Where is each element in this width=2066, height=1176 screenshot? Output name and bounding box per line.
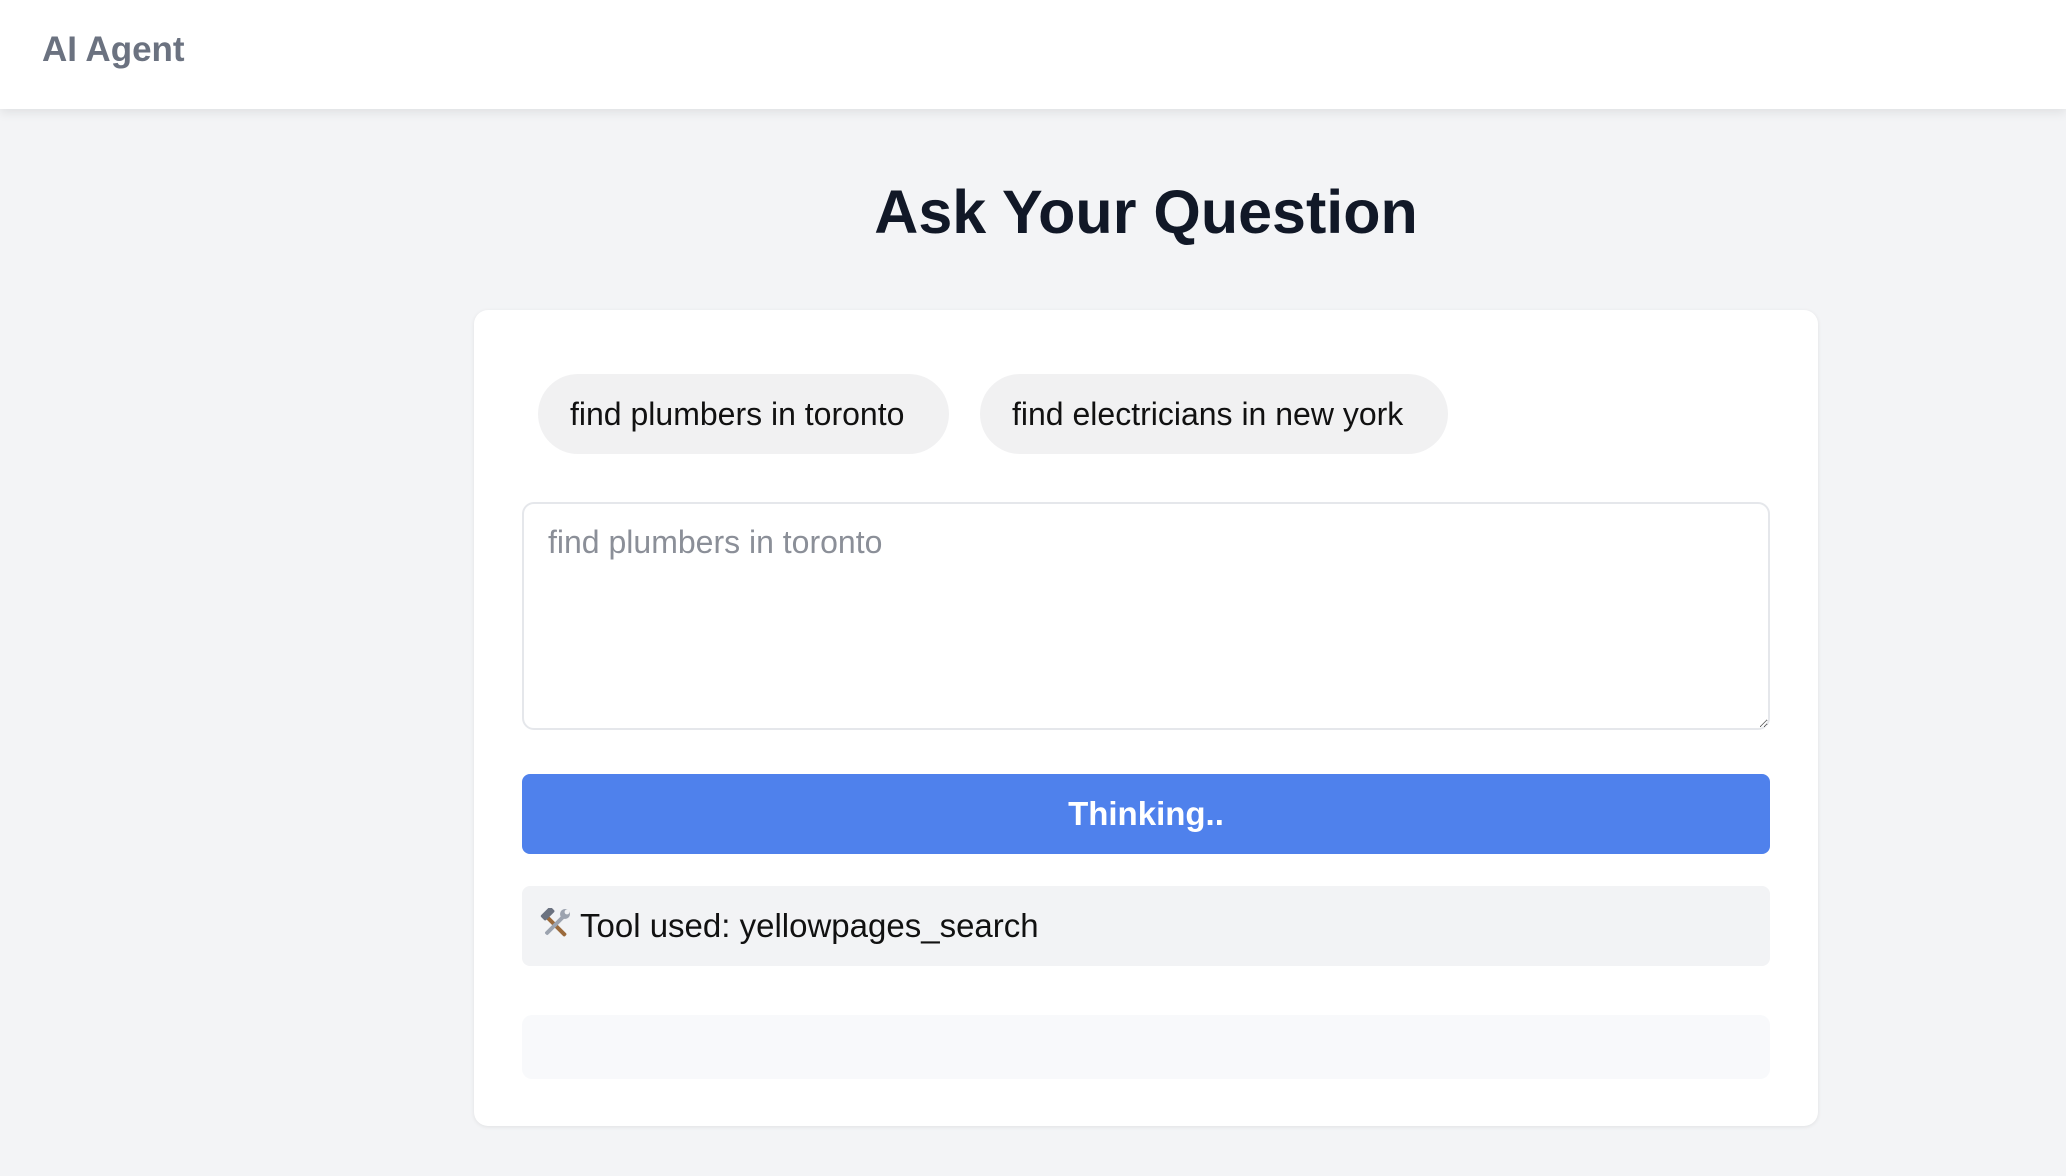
response-area	[522, 1015, 1770, 1079]
question-input[interactable]	[522, 502, 1770, 730]
suggestion-chip-plumbers[interactable]: find plumbers in toronto	[538, 374, 949, 454]
question-card: find plumbers in toronto find electricia…	[474, 310, 1818, 1126]
tool-name: yellowpages_search	[739, 907, 1039, 944]
top-navbar: AI Agent	[0, 0, 2066, 109]
app-logo-title[interactable]: AI Agent	[42, 26, 185, 74]
submit-button[interactable]: Thinking..	[522, 774, 1770, 854]
tool-used-label: Tool used:	[580, 907, 731, 944]
tool-used-status: Tool used: yellowpages_search	[522, 886, 1770, 966]
page-title: Ask Your Question	[874, 178, 1418, 246]
hammer-and-wrench-icon	[540, 908, 570, 937]
suggestion-chip-electricians[interactable]: find electricians in new york	[980, 374, 1448, 454]
